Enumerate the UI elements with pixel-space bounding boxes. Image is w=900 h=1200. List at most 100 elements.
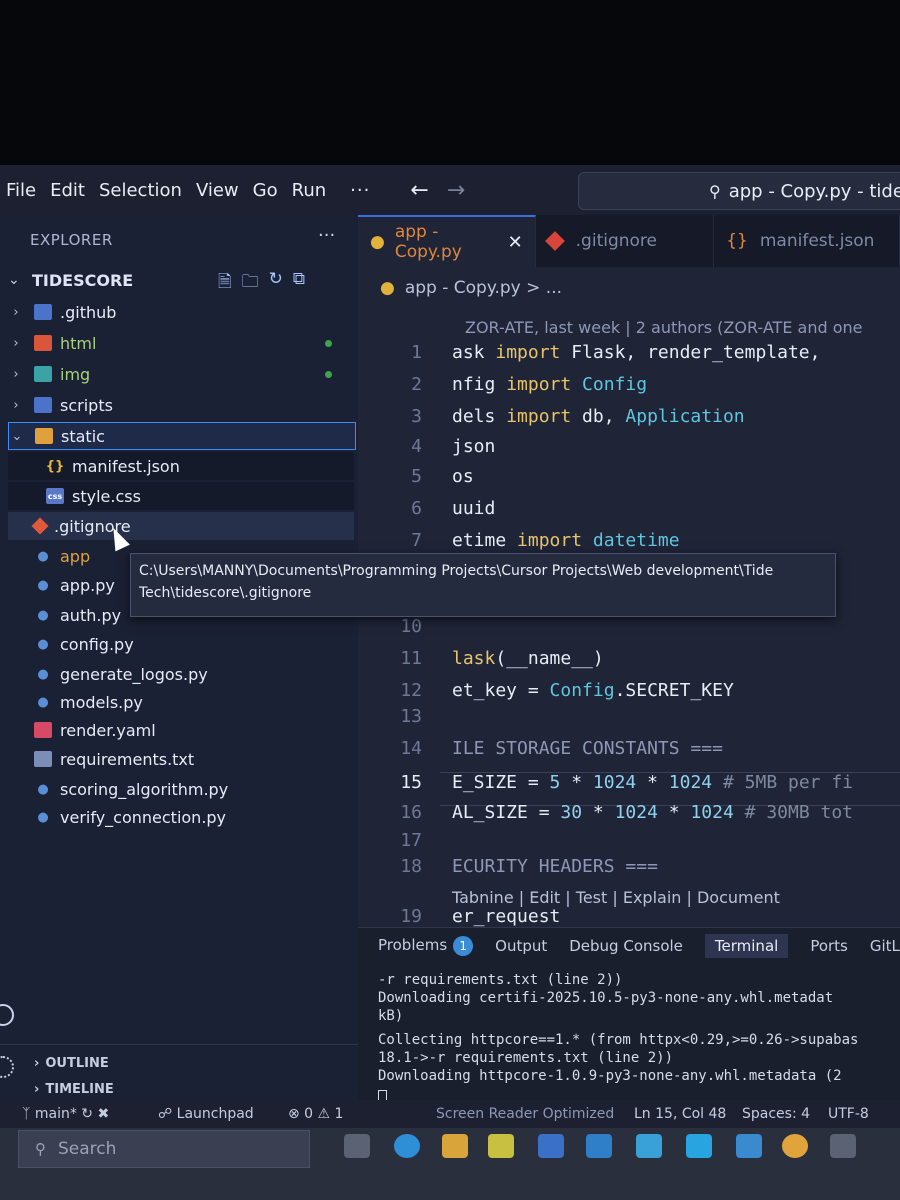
code-token: nfig [452, 374, 507, 395]
breadcrumb-trail[interactable]: > ... [526, 278, 562, 298]
python-icon: ● [37, 577, 49, 593]
tree-item-generate-logos[interactable]: ● generate_logos.py [8, 660, 354, 688]
encoding-setting[interactable]: UTF-8 [828, 1106, 869, 1122]
tab-gitlens[interactable]: GitL [870, 937, 900, 955]
tab-manifest-json[interactable]: {} manifest.json [714, 215, 900, 267]
branch-indicator[interactable]: ᛉ main* ↻ ✖ [22, 1106, 109, 1122]
code-line[interactable]: 13 [370, 706, 900, 736]
tree-item-models-py[interactable]: ● models.py [8, 688, 354, 716]
task-view-icon[interactable] [344, 1134, 370, 1158]
vscode-icon[interactable] [686, 1134, 712, 1158]
code-line[interactable]: 2 nfig import Config [370, 374, 900, 404]
code-line[interactable]: 11 lask(__name__) [370, 648, 900, 678]
tree-item-html[interactable]: › html [8, 329, 354, 357]
line-number: 2 [411, 374, 422, 395]
tab-label: .gitignore [575, 231, 658, 251]
python-icon: ● [37, 607, 49, 623]
line-number: 19 [400, 906, 422, 927]
code-token: ILE STORAGE CONSTANTS === [452, 738, 723, 759]
folder-html-icon [34, 335, 52, 351]
new-folder-icon[interactable]: 🗀 [242, 269, 259, 298]
menu-view[interactable]: View [196, 180, 239, 201]
code-line[interactable]: 6 uuid [370, 498, 900, 528]
code-line[interactable]: 3 dels import db, Application [370, 406, 900, 436]
forward-arrow-icon[interactable]: → [447, 178, 465, 203]
explorer-more-icon[interactable]: ··· [318, 225, 335, 246]
store-icon[interactable] [488, 1134, 514, 1158]
close-icon[interactable]: ✕ [508, 232, 523, 253]
tree-item-github[interactable]: › .github [8, 298, 354, 326]
back-arrow-icon[interactable]: ← [410, 178, 428, 203]
app-icon[interactable] [538, 1134, 564, 1158]
tree-item-manifest[interactable]: {} manifest.json [8, 452, 354, 480]
tab-problems[interactable]: Problems 1 [378, 936, 474, 956]
tree-item-config-py[interactable]: ● config.py [8, 630, 354, 658]
tab-ports[interactable]: Ports [810, 937, 848, 955]
refresh-icon[interactable]: ↻ [269, 269, 283, 298]
code-line[interactable]: 5 os [370, 466, 900, 496]
command-center-search[interactable]: ⚲ app - Copy.py - tides [578, 172, 900, 210]
git-blame-annotation[interactable]: ZOR-ATE, last week | 2 authors (ZOR-ATE … [465, 318, 862, 337]
tab-debug-console[interactable]: Debug Console [569, 937, 683, 955]
tree-item-render-yaml[interactable]: render.yaml [8, 716, 354, 744]
code-line[interactable]: 14 ILE STORAGE CONSTANTS === [370, 738, 900, 768]
photos-icon[interactable] [636, 1134, 662, 1158]
tree-item-label: static [61, 426, 105, 446]
collapse-all-icon[interactable]: ⧉ [293, 269, 305, 298]
tree-item-gitignore[interactable]: .gitignore [8, 512, 354, 540]
edge-icon[interactable] [394, 1134, 420, 1158]
cursor-app-icon[interactable] [736, 1134, 762, 1158]
launchpad-label: Launchpad [176, 1106, 254, 1122]
tab-gitignore[interactable]: .gitignore [536, 215, 715, 267]
tabnine-codelens[interactable]: Tabnine | Edit | Test | Explain | Docume… [452, 888, 780, 907]
screen-reader-mode[interactable]: Screen Reader Optimized [436, 1106, 614, 1122]
menu-selection[interactable]: Selection [99, 180, 182, 201]
chrome-icon[interactable] [782, 1134, 808, 1158]
chevron-down-icon: ⌄ [11, 428, 23, 444]
breadcrumb-file[interactable]: app - Copy.py [405, 278, 521, 298]
tree-item-img[interactable]: › img [8, 360, 354, 388]
timeline-section[interactable]: › TIMELINE [34, 1082, 114, 1097]
menu-edit[interactable]: Edit [50, 180, 85, 201]
menu-file[interactable]: File [6, 180, 36, 201]
cursor-position[interactable]: Ln 15, Col 48 [634, 1106, 726, 1122]
code-line[interactable]: 1 ask import Flask, render_template, [370, 342, 900, 372]
tooltip-line-2: Tech\tidescore\.gitignore [139, 585, 312, 601]
chevron-right-icon: › [34, 1082, 40, 1097]
tree-item-style-css[interactable]: css style.css [8, 482, 354, 510]
terminal-line: Collecting httpcore==1.* (from httpx<0.2… [378, 1032, 859, 1048]
app-icon-2[interactable] [830, 1134, 856, 1158]
tree-item-static[interactable]: ⌄ static [8, 422, 356, 450]
tree-item-label: .github [60, 302, 117, 322]
code-line[interactable]: 4 json [370, 436, 900, 466]
outlook-icon[interactable] [586, 1134, 612, 1158]
menu-more-icon[interactable]: ··· [350, 180, 370, 201]
code-token: 1024 [592, 772, 637, 793]
outline-section[interactable]: › OUTLINE [34, 1056, 109, 1071]
folder-github-icon [34, 304, 52, 320]
status-bar: ᛉ main* ↻ ✖ ☍ Launchpad ⊗ 0 ⚠ 1 Screen R… [0, 1100, 900, 1128]
code-line[interactable]: 16 AL_SIZE = 30 * 1024 * 1024 # 30MB tot [370, 802, 900, 832]
code-line[interactable]: 10 [370, 616, 900, 646]
tree-item-label: models.py [60, 692, 143, 712]
tree-item-scoring-algorithm[interactable]: ● scoring_algorithm.py [8, 775, 354, 803]
explorer-root[interactable]: ⌄ TIDESCORE [8, 267, 358, 293]
indentation-setting[interactable]: Spaces: 4 [742, 1106, 810, 1122]
menu-run[interactable]: Run [292, 180, 327, 201]
tab-output[interactable]: Output [495, 937, 547, 955]
launchpad-button[interactable]: ☍ Launchpad [158, 1106, 254, 1122]
tree-item-scripts[interactable]: › scripts [8, 391, 354, 419]
file-explorer-icon[interactable] [442, 1134, 468, 1158]
search-icon: ⚲ [709, 181, 721, 201]
tab-app-copy-py[interactable]: ● app - Copy.py ✕ [358, 215, 536, 267]
problems-status[interactable]: ⊗ 0 ⚠ 1 [288, 1106, 343, 1122]
menu-go[interactable]: Go [253, 180, 278, 201]
new-file-icon[interactable]: 🗎 [218, 269, 232, 298]
code-token: Flask, render_template, [571, 342, 821, 363]
tree-item-requirements[interactable]: requirements.txt [8, 745, 354, 773]
taskbar-search[interactable]: ⚲ Search [18, 1130, 310, 1168]
tree-item-verify-connection[interactable]: ● verify_connection.py [8, 803, 354, 831]
code-line[interactable]: 15 E_SIZE = 5 * 1024 * 1024 # 5MB per fi [370, 772, 900, 802]
code-line[interactable]: 18 ECURITY HEADERS === [370, 856, 900, 886]
tab-terminal[interactable]: Terminal [704, 934, 789, 958]
